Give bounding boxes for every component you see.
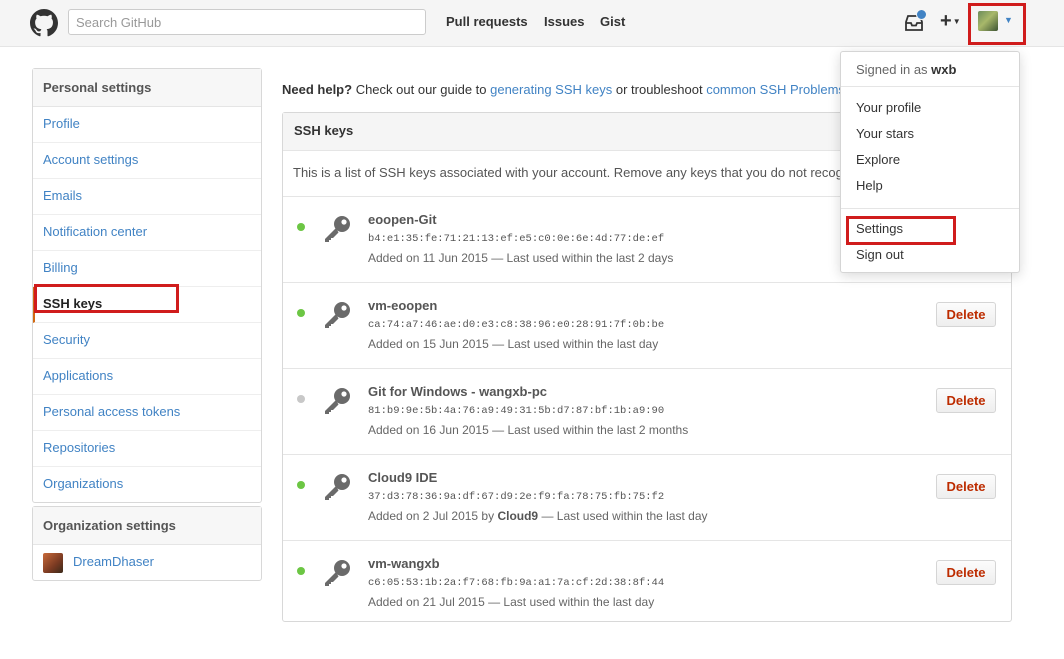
key-fingerprint: b4:e1:35:fe:71:21:13:ef:e5:c0:0e:6e:4d:7… — [368, 233, 665, 245]
plus-icon: + — [940, 10, 952, 32]
generating-ssh-keys-link[interactable]: generating SSH keys — [490, 82, 612, 97]
sidebar-item-profile[interactable]: Profile — [33, 107, 261, 143]
signed-in-prefix: Signed in as — [856, 62, 932, 77]
nav-issues[interactable]: Issues — [544, 14, 584, 29]
key-title: eoopen-Git — [368, 212, 437, 227]
key-status-dot — [297, 567, 305, 575]
key-added-info: Added on 21 Jul 2015 — Last used within … — [368, 595, 654, 609]
key-added-date: Added on 15 Jun 2015 — [368, 337, 489, 351]
key-icon — [325, 216, 350, 242]
delete-key-button[interactable]: Delete — [936, 388, 996, 413]
sidebar-item-applications[interactable]: Applications — [33, 359, 261, 395]
help-lead: Need help? — [282, 82, 353, 97]
key-added-info: Added on 16 Jun 2015 — Last used within … — [368, 423, 688, 437]
delete-key-button[interactable]: Delete — [936, 560, 996, 585]
key-icon — [325, 388, 350, 414]
ssh-key-row: Cloud9 IDE 37:d3:78:36:9a:df:67:d9:2e:f9… — [283, 455, 1011, 541]
key-title: Cloud9 IDE — [368, 470, 438, 485]
key-fingerprint: ca:74:a7:46:ae:d0:e3:c8:38:96:e0:28:91:7… — [368, 319, 665, 331]
dropdown-item-your-profile[interactable]: Your profile — [856, 100, 921, 115]
key-status-dot — [297, 481, 305, 489]
key-fingerprint: 37:d3:78:36:9a:df:67:d9:2e:f9:fa:78:75:f… — [368, 491, 665, 503]
dropdown-item-explore[interactable]: Explore — [856, 152, 900, 167]
org-avatar — [43, 552, 63, 573]
key-icon — [325, 560, 350, 586]
key-icon — [325, 474, 350, 500]
delete-key-button[interactable]: Delete — [936, 474, 996, 499]
key-title: vm-eoopen — [368, 298, 438, 313]
sidebar-item-personal-access-tokens[interactable]: Personal access tokens — [33, 395, 261, 431]
key-last-used: — Last used within the last day — [488, 337, 659, 351]
ssh-key-row: vm-wangxb c6:05:53:1b:2a:f7:68:fb:9a:a1:… — [283, 541, 1011, 626]
sidebar-item-security[interactable]: Security — [33, 323, 261, 359]
organization-settings-menu: Organization settings DreamDhaser — [32, 506, 262, 581]
key-added-date: Added on 11 Jun 2015 — [368, 251, 488, 265]
search-input[interactable] — [68, 9, 426, 35]
help-text-1: Check out our guide to — [352, 82, 491, 97]
key-added-date: Added on 21 Jul 2015 — [368, 595, 485, 609]
sidebar-item-notification-center[interactable]: Notification center — [33, 215, 261, 251]
key-status-dot — [297, 309, 305, 317]
highlight-ssh-keys — [34, 284, 179, 313]
key-icon — [325, 302, 350, 328]
key-last-used: — Last used within the last 2 days — [487, 251, 674, 265]
help-text-2: or troubleshoot — [612, 82, 707, 97]
key-added-date: Added on 16 Jun 2015 — [368, 423, 489, 437]
ssh-key-row: Git for Windows - wangxb-pc 81:b9:9e:5b:… — [283, 369, 1011, 455]
common-ssh-problems-link[interactable]: common SSH Problems — [706, 82, 842, 97]
ssh-key-row: vm-eoopen ca:74:a7:46:ae:d0:e3:c8:38:96:… — [283, 283, 1011, 369]
highlight-avatar-menu — [968, 3, 1026, 45]
key-status-dot — [297, 395, 305, 403]
site-header: Pull requests Issues Gist +▼ ▼ — [0, 0, 1064, 47]
github-octocat-icon[interactable] — [30, 9, 58, 37]
key-added-info: Added on 11 Jun 2015 — Last used within … — [368, 251, 673, 265]
caret-down-icon: ▼ — [952, 16, 961, 26]
notification-indicator — [916, 9, 927, 20]
sidebar-item-emails[interactable]: Emails — [33, 179, 261, 215]
key-added-date: Added on 2 Jul 2015 by — [368, 509, 498, 523]
key-added-by: Cloud9 — [497, 509, 539, 523]
org-item-label: DreamDhaser — [73, 554, 154, 569]
nav-gist[interactable]: Gist — [600, 14, 625, 29]
key-fingerprint: c6:05:53:1b:2a:f7:68:fb:9a:a1:7a:cf:2d:3… — [368, 577, 665, 589]
key-title: vm-wangxb — [368, 556, 440, 571]
key-last-used: — Last used within the last 2 months — [488, 423, 689, 437]
sidebar-item-repositories[interactable]: Repositories — [33, 431, 261, 467]
menu-heading: Personal settings — [33, 69, 261, 107]
key-title: Git for Windows - wangxb-pc — [368, 384, 547, 399]
sidebar-item-account-settings[interactable]: Account settings — [33, 143, 261, 179]
key-fingerprint: 81:b9:9e:5b:4a:76:a9:49:31:5b:d7:87:bf:1… — [368, 405, 665, 417]
key-added-info: Added on 15 Jun 2015 — Last used within … — [368, 337, 658, 351]
dropdown-item-help[interactable]: Help — [856, 178, 883, 193]
dropdown-divider — [841, 208, 1019, 209]
dropdown-item-your-stars[interactable]: Your stars — [856, 126, 914, 141]
dropdown-item-sign-out[interactable]: Sign out — [856, 247, 904, 262]
org-menu-heading: Organization settings — [33, 507, 261, 545]
org-item-dreamdhaser[interactable]: DreamDhaser — [33, 545, 261, 580]
key-added-info: Added on 2 Jul 2015 by Cloud9 — Last use… — [368, 509, 708, 523]
help-text: Need help? Check out our guide to genera… — [282, 82, 842, 97]
sidebar-item-organizations[interactable]: Organizations — [33, 467, 261, 502]
dropdown-divider — [841, 86, 1019, 87]
key-last-used: — Last used within the last day — [538, 509, 708, 523]
signed-in-as: Signed in as wxb — [856, 62, 956, 77]
nav-pull-requests[interactable]: Pull requests — [446, 14, 528, 29]
create-new-button[interactable]: +▼ — [940, 11, 961, 32]
delete-key-button[interactable]: Delete — [936, 302, 996, 327]
key-status-dot — [297, 223, 305, 231]
key-last-used: — Last used within the last day — [484, 595, 655, 609]
sidebar-item-billing[interactable]: Billing — [33, 251, 261, 287]
highlight-settings — [846, 216, 956, 245]
signed-in-username: wxb — [931, 62, 957, 77]
